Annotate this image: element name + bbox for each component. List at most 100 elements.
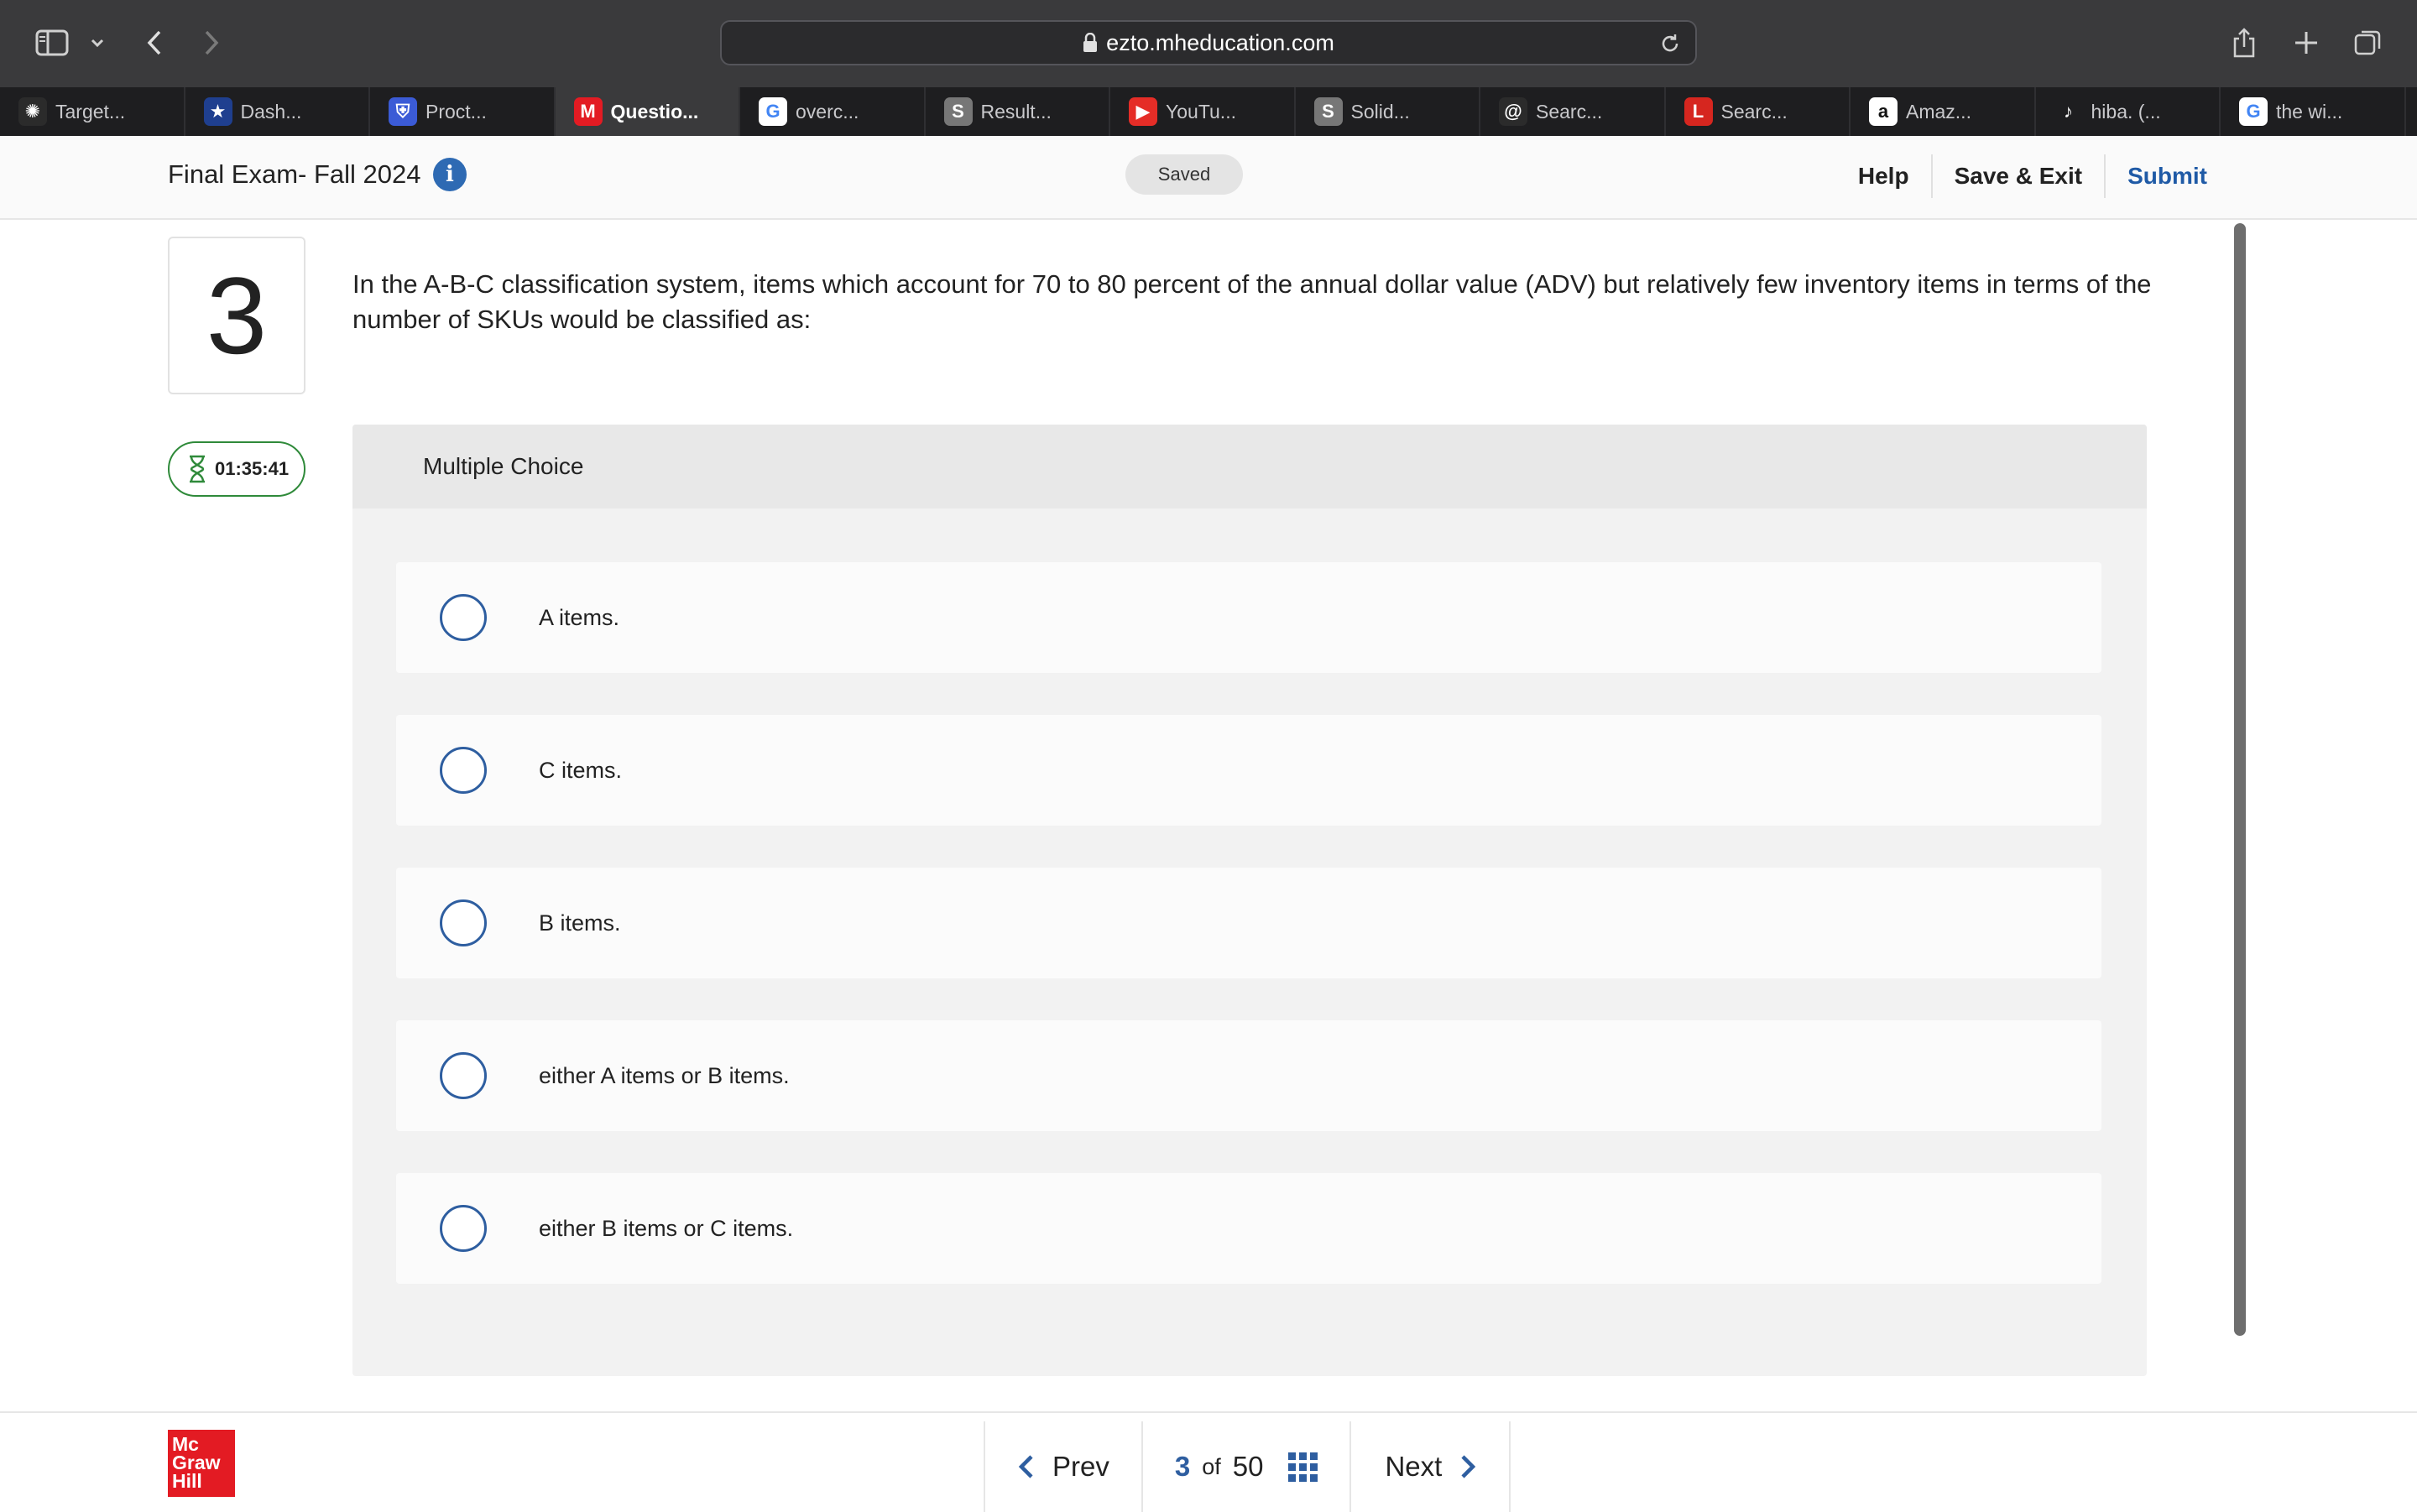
browser-tab-label: Amaz...	[1906, 100, 1971, 123]
browser-tab[interactable]: ▶ YouTu...	[1110, 87, 1296, 136]
browser-tab[interactable]: @ Searc...	[1480, 87, 1666, 136]
answer-option[interactable]: A items.	[396, 562, 2101, 673]
radio-button[interactable]	[440, 899, 487, 946]
chevron-left-icon	[1018, 1455, 1033, 1478]
timer-value: 01:35:41	[215, 458, 290, 479]
exam-title: Final Exam- Fall 2024	[168, 159, 421, 189]
browser-tab[interactable]: M Questio...	[555, 87, 740, 136]
browser-tab-label: Dash...	[240, 100, 302, 123]
tab-overview-icon[interactable]	[2352, 18, 2385, 67]
amazon-icon: a	[1869, 97, 1898, 126]
question-text: In the A-B-C classification system, item…	[352, 269, 2152, 334]
s-icon: S	[943, 97, 973, 126]
browser-tab-label: Target...	[55, 100, 126, 123]
forward-arrow-icon[interactable]	[198, 18, 225, 67]
help-link[interactable]: Help	[1836, 154, 1931, 198]
youtube-icon: ▶	[1129, 97, 1157, 126]
grid-icon	[1288, 1452, 1318, 1482]
prev-label: Prev	[1052, 1451, 1109, 1482]
hourglass-icon	[190, 455, 205, 483]
exam-header: Final Exam- Fall 2024 i Saved Help Save …	[0, 136, 2417, 220]
browser-tab[interactable]: ⛨ Proct...	[370, 87, 556, 136]
submit-button[interactable]: Submit	[2104, 154, 2229, 198]
back-arrow-icon[interactable]	[141, 18, 168, 67]
new-tab-icon[interactable]	[2289, 18, 2323, 67]
next-label: Next	[1385, 1451, 1443, 1482]
answer-option[interactable]: either A items or B items.	[396, 1020, 2101, 1131]
answer-option[interactable]: C items.	[396, 715, 2101, 826]
browser-tab-label: the wi...	[2276, 100, 2343, 123]
save-exit-button[interactable]: Save & Exit	[1930, 154, 2105, 198]
browser-tab[interactable]: ✺ Target...	[0, 87, 185, 136]
total-questions: 50	[1232, 1451, 1264, 1482]
answer-option-label: B items.	[539, 910, 621, 936]
browser-tab[interactable]: a Amaz...	[1851, 87, 2036, 136]
current-question-number: 3	[1174, 1451, 1191, 1482]
question-number: 3	[168, 237, 305, 394]
lock-icon	[1083, 33, 1098, 52]
radio-button[interactable]	[440, 747, 487, 794]
answer-option[interactable]: either B items or C items.	[396, 1173, 2101, 1284]
address-bar[interactable]: ezto.mheducation.com	[720, 20, 1697, 65]
reload-icon[interactable]	[1658, 32, 1682, 60]
question-map-button[interactable]: 3 of 50	[1143, 1421, 1352, 1512]
mcgraw-hill-logo: Mc Graw Hill	[168, 1430, 235, 1497]
browser-tab-label: Solid...	[1350, 100, 1410, 123]
browser-tab-label: hiba. (...	[2091, 100, 2161, 123]
lego-icon: L	[1684, 97, 1713, 126]
browser-tab-label: Result...	[980, 100, 1052, 123]
browser-tab[interactable]: ♪ hiba. (...	[2036, 87, 2221, 136]
header-actions: Help Save & Exit Submit	[1836, 154, 2229, 198]
browser-tab-label: Questio...	[610, 100, 699, 123]
exam-footer: Mc Graw Hill Prev 3 of 50 Next	[0, 1411, 2417, 1512]
browser-tab-label: Proct...	[425, 100, 487, 123]
radio-button[interactable]	[440, 1205, 487, 1252]
answer-option-label: A items.	[539, 604, 620, 630]
question-pager: Prev 3 of 50 Next	[984, 1421, 1511, 1512]
browser-tab[interactable]: ★ Dash...	[185, 87, 370, 136]
at-icon: @	[1499, 97, 1527, 126]
google-icon: G	[2239, 97, 2268, 126]
browser-tab[interactable]: Goverc...	[740, 87, 926, 136]
logo-line: Mc	[172, 1433, 199, 1455]
google-icon: G	[759, 97, 787, 126]
browser-tab-label: Searc...	[1720, 100, 1788, 123]
chevron-right-icon	[1461, 1455, 1476, 1478]
radio-button[interactable]	[440, 594, 487, 641]
page-scrollbar[interactable]	[2234, 223, 2246, 1336]
url-text: ezto.mheducation.com	[1106, 29, 1334, 55]
browser-tab[interactable]: Gthe wi...	[2221, 87, 2406, 136]
browser-tab-label: overc...	[796, 100, 859, 123]
answer-option[interactable]: B items.	[396, 868, 2101, 978]
logo-line: Graw	[172, 1452, 221, 1473]
sidebar-toggle-icon[interactable]	[32, 18, 72, 67]
openai-icon: ✺	[18, 97, 47, 126]
answer-option-label: either A items or B items.	[539, 1062, 790, 1088]
next-button[interactable]: Next	[1351, 1421, 1511, 1512]
question-type-label: Multiple Choice	[352, 425, 2147, 508]
browser-tab-label: YouTu...	[1166, 100, 1236, 123]
s-icon: S	[1313, 97, 1343, 126]
timer-badge: 01:35:41	[168, 441, 305, 497]
of-label: of	[1202, 1453, 1221, 1479]
radio-button[interactable]	[440, 1052, 487, 1099]
logo-line: Hill	[172, 1470, 202, 1492]
tiktok-icon: ♪	[2054, 97, 2083, 126]
browser-tab[interactable]: S Result...	[926, 87, 1110, 136]
prev-button[interactable]: Prev	[985, 1421, 1143, 1512]
saved-status-badge: Saved	[1125, 154, 1243, 195]
multiple-choice-panel: Multiple Choice A items. C items. B item…	[352, 425, 2147, 1376]
answer-option-label: C items.	[539, 757, 623, 783]
info-icon[interactable]: i	[433, 158, 467, 191]
browser-tab[interactable]: S Solid...	[1296, 87, 1480, 136]
shield-icon: ⛨	[389, 97, 417, 126]
browser-tab[interactable]: L Searc...	[1666, 87, 1851, 136]
share-icon[interactable]	[2227, 18, 2261, 67]
chevron-down-icon[interactable]	[87, 18, 107, 67]
browser-tab-label: Searc...	[1536, 100, 1603, 123]
tab-bar: ✺ Target... ★ Dash... ⛨ Proct... M Questio... Go…	[0, 87, 2417, 136]
mcgraw-m-icon: M	[573, 97, 603, 126]
star-badge-icon: ★	[203, 97, 232, 126]
browser-toolbar: ezto.mheducation.com	[0, 0, 2417, 87]
answer-option-label: either B items or C items.	[539, 1215, 794, 1241]
